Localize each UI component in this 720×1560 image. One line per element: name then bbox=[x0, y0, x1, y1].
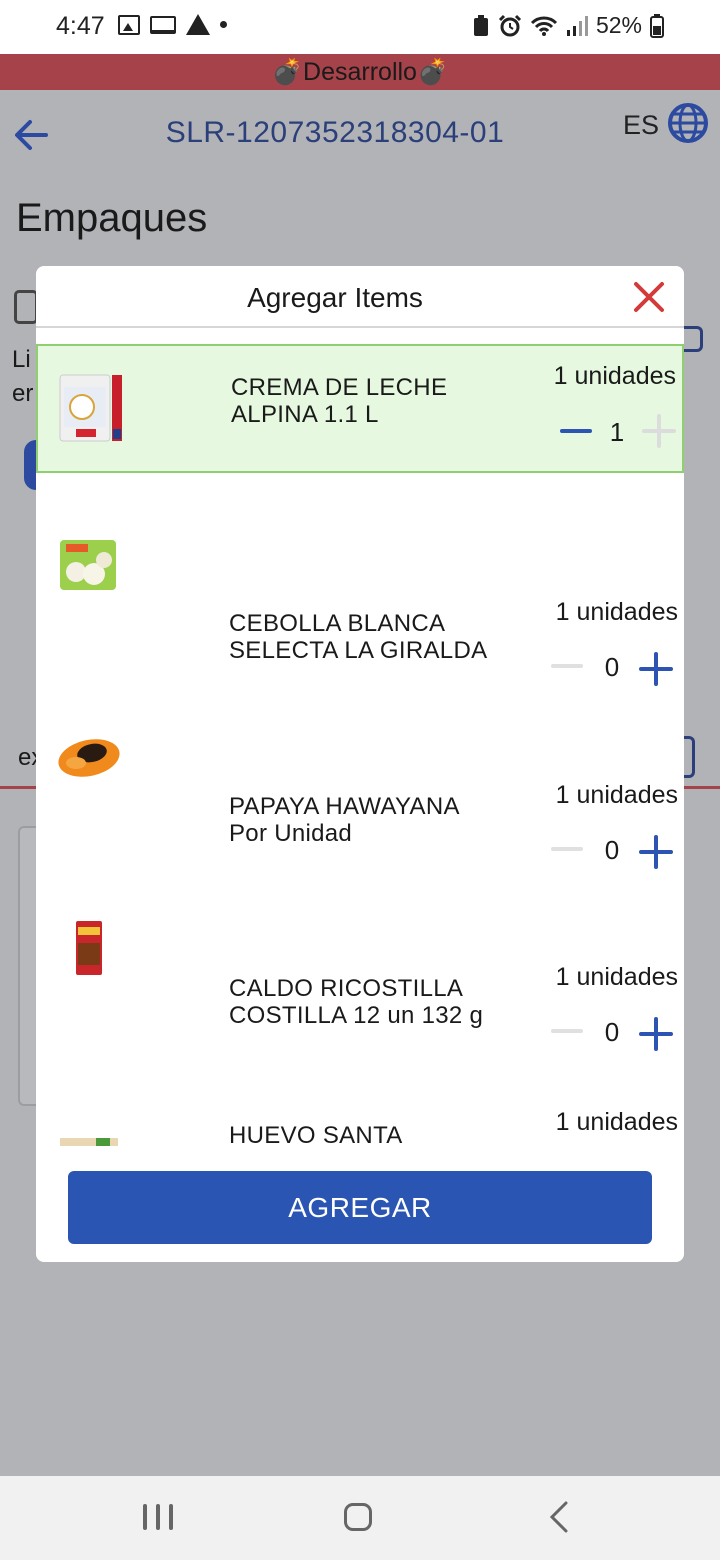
calendar-icon bbox=[14, 290, 38, 324]
decrement-button[interactable] bbox=[551, 847, 583, 851]
decrement-button[interactable] bbox=[551, 1029, 583, 1033]
warning-icon bbox=[186, 14, 210, 35]
item-units: 1 unidades bbox=[555, 781, 678, 809]
item-quantity: 0 bbox=[604, 1017, 620, 1047]
item-quantity: 0 bbox=[604, 835, 620, 865]
wifi-icon bbox=[530, 16, 558, 36]
shipment-title: SLR-1207352318304-01 bbox=[165, 116, 505, 149]
increment-button[interactable] bbox=[639, 652, 673, 686]
add-button[interactable]: AGREGAR bbox=[68, 1171, 652, 1244]
increment-button[interactable] bbox=[639, 1017, 673, 1051]
list-item[interactable]: CEBOLLA BLANCA SELECTA LA GIRALDA 1 unid… bbox=[36, 518, 684, 688]
item-name: HUEVO SANTA bbox=[229, 1122, 403, 1146]
decrement-button[interactable] bbox=[551, 664, 583, 668]
list-item[interactable]: CREMA DE LECHE ALPINA 1.1 L 1 unidades 1 bbox=[36, 344, 684, 473]
alarm-icon bbox=[498, 14, 522, 36]
dialog-title: Agregar Items bbox=[247, 282, 423, 313]
item-units: 1 unidades bbox=[555, 598, 678, 626]
nav-back-icon[interactable] bbox=[546, 1500, 574, 1534]
decrement-button[interactable] bbox=[560, 429, 592, 433]
status-bar: 4:47 52% bbox=[0, 0, 720, 54]
recent-apps-icon[interactable] bbox=[143, 1504, 173, 1530]
scan-icon bbox=[683, 736, 695, 778]
item-units: 1 unidades bbox=[553, 362, 676, 390]
onion-product-image bbox=[60, 540, 116, 590]
dev-environment-banner: 💣Desarrollo💣 bbox=[0, 54, 720, 90]
item-quantity: 0 bbox=[604, 652, 620, 682]
add-package-icon bbox=[683, 326, 703, 352]
item-name: CEBOLLA BLANCA SELECTA LA GIRALDA bbox=[229, 610, 488, 664]
language-selector[interactable]: ES bbox=[623, 110, 659, 141]
item-units: 1 unidades bbox=[555, 1108, 678, 1136]
item-units: 1 unidades bbox=[555, 963, 678, 991]
increment-button[interactable] bbox=[639, 835, 673, 869]
list-item[interactable]: HUEVO SANTA 1 unidades bbox=[36, 1098, 684, 1146]
list-item[interactable]: CALDO RICOSTILLA COSTILLA 12 un 132 g 1 … bbox=[36, 883, 684, 1083]
gallery-icon bbox=[118, 14, 140, 35]
laptop-icon bbox=[150, 15, 176, 34]
add-items-dialog: Agregar Items CREMA DE LECHE ALPINA 1.1 … bbox=[36, 266, 684, 1262]
page-title: Empaques bbox=[16, 196, 208, 240]
status-time: 4:47 bbox=[56, 12, 105, 40]
papaya-product-image bbox=[58, 739, 120, 777]
background-text: er bbox=[12, 380, 34, 407]
home-icon[interactable] bbox=[344, 1503, 372, 1531]
cream-product-image bbox=[59, 374, 122, 442]
globe-icon[interactable] bbox=[667, 102, 709, 144]
signal-icon bbox=[566, 15, 588, 36]
item-name: CREMA DE LECHE ALPINA 1.1 L bbox=[231, 374, 448, 428]
battery-icon bbox=[650, 13, 664, 38]
item-name: CALDO RICOSTILLA COSTILLA 12 un 132 g bbox=[229, 975, 484, 1029]
items-list[interactable]: CREMA DE LECHE ALPINA 1.1 L 1 unidades 1… bbox=[36, 328, 684, 1146]
system-navigation-bar bbox=[0, 1476, 720, 1560]
increment-button[interactable] bbox=[642, 414, 676, 448]
close-icon[interactable] bbox=[632, 280, 666, 314]
item-quantity: 1 bbox=[609, 417, 625, 447]
list-item[interactable]: PAPAYA HAWAYANA Por Unidad 1 unidades 0 bbox=[36, 701, 684, 871]
battery-percent: 52% bbox=[595, 12, 642, 38]
recycle-icon bbox=[473, 14, 488, 36]
notification-dot-icon bbox=[220, 21, 227, 28]
background-text: Li bbox=[12, 346, 31, 373]
egg-product-image bbox=[60, 1138, 118, 1146]
item-name: PAPAYA HAWAYANA Por Unidad bbox=[229, 793, 459, 847]
broth-product-image bbox=[76, 921, 102, 975]
